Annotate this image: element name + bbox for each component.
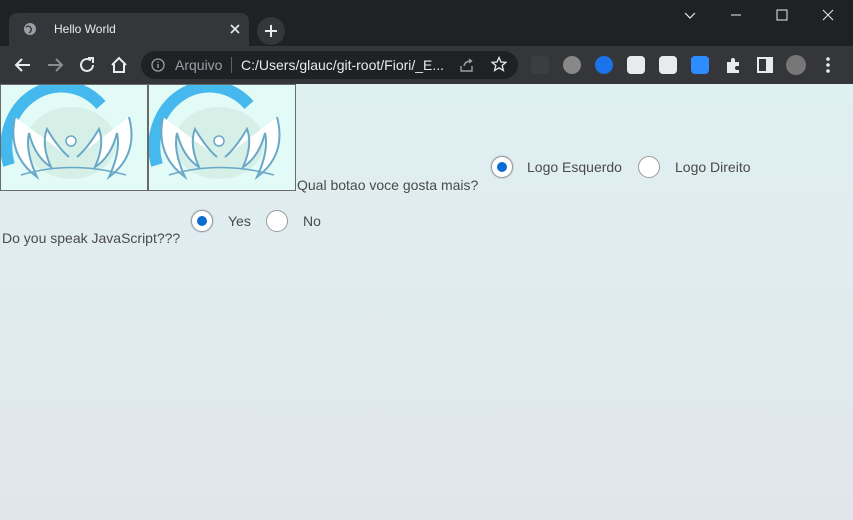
zoom-extension-icon[interactable] (691, 56, 709, 74)
profile-avatar[interactable] (786, 55, 806, 75)
radio-logo-direito[interactable] (638, 156, 660, 178)
radio-selected-dot (496, 161, 507, 172)
minimize-icon (731, 14, 741, 16)
close-window-button[interactable] (805, 0, 851, 30)
new-tab-button[interactable] (257, 17, 285, 45)
tab-title: Hello World (54, 22, 116, 36)
back-arrow-icon[interactable] (13, 55, 33, 75)
address-bar[interactable]: Arquivo C:/Users/glauc/git-root/Fiori/_E… (141, 51, 518, 79)
tab-strip: Hello World (0, 0, 853, 46)
bookmark-star-icon[interactable] (491, 56, 507, 72)
browser-tab[interactable]: Hello World (9, 13, 249, 46)
radio-no[interactable] (266, 210, 288, 232)
extension-send-icon[interactable] (627, 56, 645, 74)
side-panel-icon[interactable] (755, 55, 775, 75)
maximize-icon (776, 9, 788, 21)
close-icon (822, 9, 834, 21)
share-icon[interactable] (459, 57, 475, 73)
url-text[interactable]: C:/Users/glauc/git-root/Fiori/_E... (241, 57, 451, 73)
extension-device-icon[interactable] (659, 56, 677, 74)
reload-icon[interactable] (77, 55, 97, 75)
extension-circle-icon[interactable] (563, 56, 581, 74)
logo-left[interactable] (0, 84, 148, 191)
address-separator (231, 57, 232, 73)
question-1-label: Qual botao voce gosta mais? (297, 177, 479, 193)
extension-disabled-icon[interactable] (531, 56, 549, 74)
info-icon[interactable] (151, 58, 165, 72)
logo-right[interactable] (148, 84, 296, 191)
radio-yes[interactable] (191, 210, 213, 232)
plus-icon (265, 25, 277, 37)
globe-icon (24, 23, 36, 35)
extension-shield-icon[interactable] (595, 56, 613, 74)
phoenix-logo-image (1, 85, 133, 179)
tab-search-button[interactable] (667, 0, 713, 30)
browser-toolbar: Arquivo C:/Users/glauc/git-root/Fiori/_E… (0, 46, 853, 84)
phoenix-logo-image (149, 85, 281, 179)
extensions-puzzle-icon[interactable] (723, 55, 743, 75)
radio-label-no[interactable]: No (303, 213, 321, 229)
question-2-label: Do you speak JavaScript??? (2, 230, 181, 246)
radio-logo-esquerdo[interactable] (491, 156, 513, 178)
radio-selected-dot (196, 215, 207, 226)
radio-label-logo-direito[interactable]: Logo Direito (675, 159, 751, 175)
scheme-label: Arquivo (175, 57, 223, 73)
home-icon[interactable] (109, 55, 129, 75)
radio-label-logo-esquerdo[interactable]: Logo Esquerdo (527, 159, 622, 175)
page-content: Qual botao voce gosta mais? Logo Esquerd… (0, 84, 853, 520)
radio-label-yes[interactable]: Yes (228, 213, 251, 229)
forward-arrow-icon[interactable] (45, 55, 65, 75)
minimize-button[interactable] (713, 0, 759, 30)
close-tab-icon[interactable] (228, 22, 242, 36)
chevron-down-icon (684, 12, 696, 19)
kebab-menu-icon[interactable] (818, 55, 838, 75)
maximize-button[interactable] (759, 0, 805, 30)
